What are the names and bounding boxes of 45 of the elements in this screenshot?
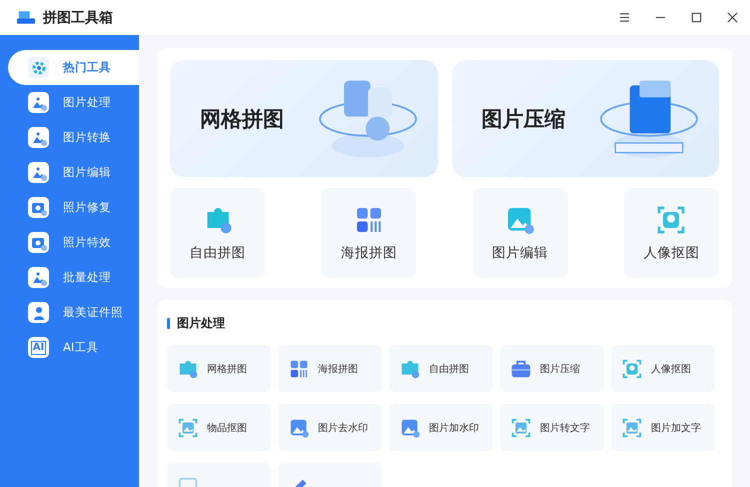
portrait-icon [655,204,688,236]
tool-button[interactable]: 图片加水印 [389,404,493,451]
tool-button[interactable]: 自由拼图 [389,345,493,392]
toolbox-logo-icon [17,10,35,25]
image-icon [28,127,49,148]
close-icon[interactable] [727,12,738,23]
sidebar-item[interactable]: 批量处理 [8,260,139,295]
tool-button[interactable]: 图片去水印 [278,404,382,451]
feature-banner[interactable]: 图片压缩 [452,60,719,177]
window-title: 拼图工具箱 [43,8,113,26]
person-icon [28,302,49,323]
sidebar-item[interactable]: 最美证件照 [8,295,139,330]
camera-icon [28,232,49,253]
feature-banner[interactable]: 网格拼图 [170,60,438,177]
camera-icon [28,197,49,218]
tool-button[interactable]: 海报拼图 [278,345,382,392]
image-icon [28,162,49,183]
tool-button[interactable]: 图片加文字 [611,404,715,451]
sidebar-item[interactable]: AI AI工具 [8,330,139,365]
tool-tile[interactable]: 图片编辑 [472,188,568,278]
sidebar-item[interactable]: 照片特效 [8,225,139,260]
section-title: 图片处理 [177,315,225,332]
sidebar-item[interactable]: 照片修复 [8,190,139,225]
tool-button[interactable]: 图片压缩 [500,345,604,392]
frame-icon [621,416,643,438]
gear-icon [28,57,49,78]
image-icon [28,267,49,288]
sidebar-item[interactable]: 图片处理 [8,85,139,120]
tool-button[interactable]: 图片转文字 [500,404,604,451]
sidebar-item[interactable]: 图片编辑 [8,155,139,190]
tool-tile[interactable]: 自由拼图 [170,188,265,278]
tool-tile[interactable]: 海报拼图 [321,188,416,278]
tool-tile[interactable]: 人像抠图 [624,188,719,278]
sidebar-item[interactable]: 热门工具 [8,50,139,85]
menu-icon[interactable] [619,12,630,23]
tool-button[interactable]: 人像抠图 [611,345,715,392]
maximize-icon[interactable] [691,12,702,23]
frame-icon [510,416,532,438]
sidebar-item[interactable]: 图片转换 [8,120,139,155]
tool-button[interactable]: 网格拼图 [167,345,271,392]
frame-icon [177,416,199,438]
tool-button[interactable]: 物品抠图 [167,404,271,451]
image-icon [28,92,49,113]
portrait-icon [621,358,643,380]
ai-icon: AI [28,337,49,358]
